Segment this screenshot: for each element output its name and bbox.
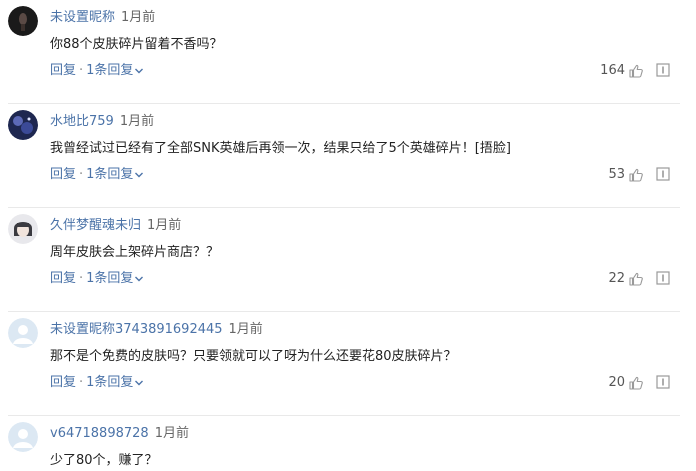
reply-count-link[interactable]: 1条回复	[86, 375, 144, 390]
comment-actions: 回复 · 1条回复	[50, 166, 144, 184]
thumbs-up-icon	[629, 272, 643, 286]
chevron-down-icon	[135, 380, 144, 385]
nickname[interactable]: 水地比759	[50, 114, 114, 129]
reply-button[interactable]: 回复	[50, 167, 76, 182]
nickname[interactable]: 未设置昵称3743891692445	[50, 322, 223, 337]
report-icon[interactable]	[656, 63, 670, 77]
avatar[interactable]	[8, 422, 38, 452]
comment-text: 少了80个，赚了？	[50, 453, 158, 468]
avatar[interactable]	[8, 214, 38, 244]
avatar[interactable]	[8, 6, 38, 36]
like-button[interactable]: 53	[608, 166, 644, 184]
nickname[interactable]: 未设置昵称	[50, 10, 115, 25]
report-icon[interactable]	[656, 375, 670, 389]
separator-dot: ·	[79, 375, 84, 390]
comment-item: 未设置昵称3743891692445 1月前 那不是个免费的皮肤吗？只要领就可以了…	[0, 312, 696, 416]
comment-meta: v64718898728 1月前	[50, 425, 189, 443]
timestamp: 1月前	[147, 218, 182, 233]
comment-item: v64718898728 1月前 少了80个，赚了？	[0, 416, 696, 468]
comment-meta: 未设置昵称3743891692445 1月前	[50, 321, 263, 339]
avatar-dark-icon	[8, 6, 38, 36]
like-count: 53	[608, 167, 625, 182]
comment-item: 久伴梦醒魂未归 1月前 周年皮肤会上架碎片商店？？ 回复 · 1条回复 22	[0, 208, 696, 312]
reply-count-label: 1条回复	[86, 63, 134, 78]
chevron-down-icon	[135, 276, 144, 281]
comment-meta: 未设置昵称 1月前	[50, 9, 155, 27]
timestamp: 1月前	[154, 426, 189, 441]
comment-list: 未设置昵称 1月前 你88个皮肤碎片留着不香吗？ 回复 · 1条回复 164 水地比7…	[0, 0, 696, 468]
comment-actions: 回复 · 1条回复	[50, 62, 144, 80]
report-icon[interactable]	[656, 271, 670, 285]
timestamp: 1月前	[119, 114, 155, 129]
chevron-down-icon	[135, 68, 144, 73]
reply-button[interactable]: 回复	[50, 375, 76, 390]
timestamp: 1月前	[121, 10, 156, 25]
reply-count-link[interactable]: 1条回复	[86, 271, 144, 286]
reply-count-link[interactable]: 1条回复	[86, 167, 144, 182]
comment-actions: 回复 · 1条回复	[50, 270, 144, 288]
timestamp: 1月前	[228, 322, 263, 337]
reply-count-label: 1条回复	[86, 167, 134, 182]
separator-dot: ·	[79, 271, 84, 286]
reply-count-link[interactable]: 1条回复	[86, 63, 144, 78]
avatar-portrait-icon	[8, 214, 38, 244]
avatar-space-icon	[8, 110, 38, 140]
comment-item: 水地比759 1月前 我曾经试过已经有了全部SNK英雄后再领一次，结果只给了5个英…	[0, 104, 696, 208]
like-count: 164	[600, 63, 625, 78]
report-icon[interactable]	[656, 167, 670, 181]
comment-meta: 久伴梦醒魂未归 1月前	[50, 217, 181, 235]
avatar-default-icon	[8, 422, 38, 452]
separator-dot: ·	[79, 167, 84, 182]
nickname[interactable]: v64718898728	[50, 426, 149, 441]
comment-text: 你88个皮肤碎片留着不香吗？	[50, 37, 223, 52]
thumbs-up-icon	[629, 64, 643, 78]
avatar[interactable]	[8, 318, 38, 348]
reply-button[interactable]: 回复	[50, 63, 76, 78]
like-button[interactable]: 164	[600, 62, 644, 80]
nickname[interactable]: 久伴梦醒魂未归	[50, 218, 141, 233]
thumbs-up-icon	[629, 168, 643, 182]
reply-button[interactable]: 回复	[50, 271, 76, 286]
avatar[interactable]	[8, 110, 38, 140]
reply-count-label: 1条回复	[86, 375, 134, 390]
like-count: 22	[608, 271, 625, 286]
comment-text: 我曾经试过已经有了全部SNK英雄后再领一次，结果只给了5个英雄碎片！[捂脸]	[50, 141, 511, 156]
like-count: 20	[608, 375, 625, 390]
chevron-down-icon	[135, 172, 144, 177]
comment-meta: 水地比759 1月前	[50, 113, 154, 131]
reply-count-label: 1条回复	[86, 271, 134, 286]
like-button[interactable]: 22	[608, 270, 644, 288]
comment-text: 周年皮肤会上架碎片商店？？	[50, 245, 220, 260]
like-button[interactable]: 20	[608, 374, 644, 392]
comment-item: 未设置昵称 1月前 你88个皮肤碎片留着不香吗？ 回复 · 1条回复 164	[0, 0, 696, 104]
separator-dot: ·	[79, 63, 84, 78]
thumbs-up-icon	[629, 376, 643, 390]
comment-actions: 回复 · 1条回复	[50, 374, 144, 392]
avatar-default-icon	[8, 318, 38, 348]
comment-text: 那不是个免费的皮肤吗？只要领就可以了呀为什么还要花80皮肤碎片？	[50, 349, 457, 364]
